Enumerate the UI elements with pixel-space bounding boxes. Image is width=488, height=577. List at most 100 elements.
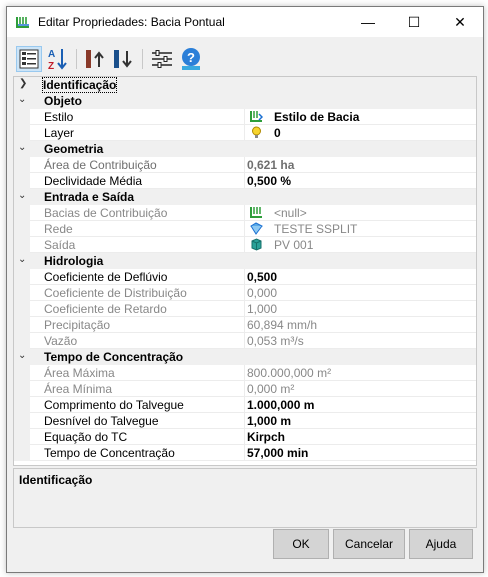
property-value: 60,894 mm/h (247, 318, 318, 332)
chevron-down-icon[interactable]: ⌄ (18, 142, 26, 153)
alphabetical-sort-icon: A Z (48, 49, 67, 72)
help-dialog-button[interactable]: Ajuda (409, 529, 473, 559)
title-bar: Editar Propriedades: Bacia Pontual — ☐ ✕ (7, 7, 483, 37)
property-label: Saída (44, 238, 76, 252)
property-row-area-minima[interactable]: Área Mínima 0,000 m² (14, 381, 476, 397)
chevron-right-icon[interactable]: ❯ (19, 78, 27, 89)
move-down-icon (114, 50, 132, 68)
property-row-saida[interactable]: Saída PV 001 (14, 237, 476, 253)
property-label: Equação do TC (44, 430, 128, 444)
move-up-icon (86, 50, 104, 68)
property-value: TESTE SSPLIT (274, 222, 358, 236)
toolbar-separator (142, 49, 143, 69)
category-label: Hidrologia (44, 254, 104, 268)
property-label: Estilo (44, 110, 74, 124)
property-label: Coeficiente de Retardo (44, 302, 167, 316)
property-value: 57,000 min (247, 446, 309, 460)
basin-style-icon (250, 111, 263, 122)
category-label: Identificação (41, 77, 118, 93)
property-value: <null> (274, 206, 307, 220)
property-row-equacao-tc[interactable]: Equação do TC Kirpch (14, 429, 476, 445)
property-row-vazao[interactable]: Vazão 0,053 m³/s (14, 333, 476, 349)
categorized-view-button[interactable] (16, 46, 42, 72)
property-label: Layer (44, 126, 75, 140)
property-row-rede[interactable]: Rede TESTE SSPLIT (14, 221, 476, 237)
property-value: 1.000,000 m (247, 398, 315, 412)
settings-button[interactable] (149, 46, 175, 72)
property-grid: ❯ Identificação ⌄ Objeto Estilo Estilo d… (13, 76, 477, 466)
chevron-down-icon[interactable]: ⌄ (18, 350, 26, 361)
property-row-coef-defluvio[interactable]: Coeficiente de Deflúvio 0,500 (14, 269, 476, 285)
manhole-icon (251, 238, 262, 251)
property-label: Tempo de Concentração (44, 446, 175, 460)
property-value: 0,500 (247, 270, 278, 284)
toolbar: A Z ? (13, 43, 477, 75)
basin-app-icon (16, 16, 30, 28)
svg-text:?: ? (187, 50, 195, 65)
property-value: 0,500 % (247, 174, 292, 188)
chevron-down-icon[interactable]: ⌄ (18, 94, 26, 105)
property-row-estilo[interactable]: Estilo Estilo de Bacia (14, 109, 476, 125)
category-label: Tempo de Concentração (44, 350, 184, 364)
move-up-button[interactable] (83, 46, 109, 72)
category-tempo-concentracao[interactable]: ⌄ Tempo de Concentração (14, 349, 476, 365)
chevron-down-icon[interactable]: ⌄ (18, 190, 26, 201)
property-row-comprimento-talvegue[interactable]: Comprimento do Talvegue 1.000,000 m (14, 397, 476, 413)
property-label: Coeficiente de Deflúvio (44, 270, 168, 284)
property-row-declividade[interactable]: Declividade Média 0,500 % (14, 173, 476, 189)
property-label: Desnível do Talvegue (44, 414, 159, 428)
category-label: Entrada e Saída (44, 190, 135, 204)
basin-icon (250, 207, 262, 218)
toolbar-separator (76, 49, 77, 69)
category-entrada-saida[interactable]: ⌄ Entrada e Saída (14, 189, 476, 205)
settings-sliders-icon (152, 50, 172, 68)
property-value: 0 (274, 126, 281, 140)
property-label: Rede (44, 222, 73, 236)
property-label: Declividade Média (44, 174, 143, 188)
help-icon: ? (182, 48, 200, 70)
property-row-desnivel-talvegue[interactable]: Desnível do Talvegue 1,000 m (14, 413, 476, 429)
help-button[interactable]: ? (178, 46, 204, 72)
minimize-button[interactable]: — (345, 7, 391, 37)
property-row-layer[interactable]: Layer 0 (14, 125, 476, 141)
property-row-bacias[interactable]: Bacias de Contribuição <null> (14, 205, 476, 221)
property-value: 0,000 m² (247, 382, 295, 396)
category-identificacao[interactable]: ❯ Identificação (14, 77, 476, 93)
category-label: Objeto (44, 94, 82, 108)
svg-text:Z: Z (48, 61, 54, 72)
category-hidrologia[interactable]: ⌄ Hidrologia (14, 253, 476, 269)
network-icon (250, 222, 263, 235)
property-label: Vazão (44, 334, 78, 348)
ok-button[interactable]: OK (273, 529, 329, 559)
properties-dialog: Editar Propriedades: Bacia Pontual — ☐ ✕… (6, 6, 484, 573)
alphabetical-sort-button[interactable]: A Z (45, 46, 71, 72)
category-geometria[interactable]: ⌄ Geometria (14, 141, 476, 157)
property-label: Comprimento do Talvegue (44, 398, 184, 412)
property-value: 0,053 m³/s (247, 334, 304, 348)
description-panel: Identificação (13, 468, 477, 528)
close-button[interactable]: ✕ (437, 7, 483, 37)
property-value: Kirpch (247, 430, 286, 444)
move-down-button[interactable] (111, 46, 137, 72)
property-row-area-contribuicao[interactable]: Área de Contribuição 0,621 ha (14, 157, 476, 173)
property-row-area-maxima[interactable]: Área Máxima 800.000,000 m² (14, 365, 476, 381)
property-label: Precipitação (44, 318, 111, 332)
property-value: 0,621 ha (247, 158, 295, 172)
description-title: Identificação (19, 473, 93, 487)
chevron-down-icon[interactable]: ⌄ (18, 254, 26, 265)
property-label: Área Mínima (44, 382, 113, 396)
property-value: Estilo de Bacia (274, 110, 360, 124)
property-row-coef-retardo[interactable]: Coeficiente de Retardo 1,000 (14, 301, 476, 317)
property-label: Coeficiente de Distribuição (44, 286, 187, 300)
property-row-precipitacao[interactable]: Precipitação 60,894 mm/h (14, 317, 476, 333)
property-value: PV 001 (274, 238, 314, 252)
property-value: 1,000 m (247, 414, 292, 428)
property-value: 1,000 (247, 302, 278, 316)
category-objeto[interactable]: ⌄ Objeto (14, 93, 476, 109)
property-row-tempo-concentracao[interactable]: Tempo de Concentração 57,000 min (14, 445, 476, 461)
window-title: Editar Propriedades: Bacia Pontual (38, 15, 225, 29)
property-row-coef-distribuicao[interactable]: Coeficiente de Distribuição 0,000 (14, 285, 476, 301)
maximize-button[interactable]: ☐ (391, 7, 437, 37)
property-label: Área de Contribuição (44, 158, 157, 172)
cancel-button[interactable]: Cancelar (333, 529, 405, 559)
